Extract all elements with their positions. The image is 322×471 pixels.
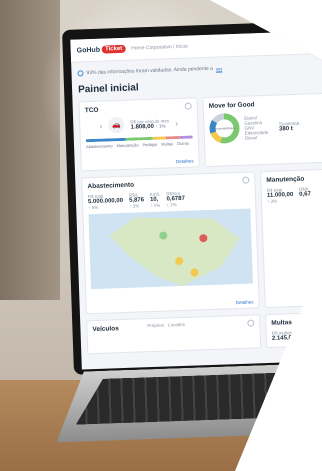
metric-delta: ↑ 3% xyxy=(129,203,140,209)
abastecimento-metrics: R$ total 5.000.000,00 ↑ 5% R$/L 5,876 ↑ … xyxy=(88,189,250,211)
bar-pedagio xyxy=(152,136,167,140)
tco-title: TCO xyxy=(84,106,99,115)
metric: Km/L 10, ↑ 1% xyxy=(150,192,161,208)
notice-link[interactable]: ver xyxy=(216,66,222,71)
tco-details-link[interactable]: Detalhes xyxy=(176,158,194,164)
metric: R$/L 5,876 ↑ 3% xyxy=(129,192,145,209)
abastecimento-card: Abastecimento R$ total 5.000.000,00 ↑ 5%… xyxy=(81,171,260,315)
metric: R$ total 11.000,00 ↑ 3% xyxy=(267,187,294,204)
move-for-good-card: Move for Good Sustentabilidade Etanol Ga… xyxy=(202,91,322,168)
brand-name: GoHub xyxy=(76,46,101,54)
bar-multas xyxy=(166,135,180,140)
breadcrumb: Home Corporativo / Início xyxy=(131,43,189,52)
manutencao-metrics: R$ total 11.000,00 ↑ 3% R$/K 0,67 xyxy=(267,185,322,204)
move-for-good-title: Move for Good xyxy=(208,101,255,110)
sustainability-side: Sustentab. 380 t xyxy=(279,120,301,132)
bar-abastecimento xyxy=(85,137,127,143)
progress-ring-icon xyxy=(77,70,84,77)
bar-outros xyxy=(179,135,193,139)
metric-delta: ↑ 2% xyxy=(166,202,177,208)
legend-item: Manutenção xyxy=(116,142,139,149)
tco-card: TCO ‹ 🚗 R$ por veículo mes 1.808,00 ↑ 1% xyxy=(78,97,200,172)
metric-delta: ↑ 5% xyxy=(88,204,99,211)
metric: R$/Km 0,6787 ↑ 2% xyxy=(166,191,185,208)
brand-logo[interactable]: GoHub Ticket xyxy=(76,44,126,55)
legend-item: Multas xyxy=(161,141,174,147)
laptop-screen: GoHub Ticket Home Corporativo / Início 9… xyxy=(70,29,322,370)
fuel-map[interactable] xyxy=(88,208,253,290)
move-for-good-body: Sustentabilidade Etanol Gasolina GNV Ele… xyxy=(209,109,322,144)
cards-row-2: Abastecimento R$ total 5.000.000,00 ↑ 5%… xyxy=(75,167,322,315)
metric-delta: ↑ 3% xyxy=(267,198,278,204)
brand-badge: Ticket xyxy=(101,44,126,54)
tco-amount: 1.808,00 xyxy=(130,123,154,131)
abastecimento-details-link[interactable]: Detalhes xyxy=(236,299,254,305)
metric: R$/K 0,67 xyxy=(299,186,311,202)
tco-legend: Abastecimento Manutenção Pedágio Multas … xyxy=(86,140,193,150)
veiculos-card: Veículos Próprios Locados xyxy=(86,314,262,355)
legend-item: Próprios xyxy=(147,322,165,329)
chevron-right-icon[interactable]: › xyxy=(175,119,178,128)
fuel-legend: Etanol Gasolina GNV Eletricidade Diesel xyxy=(244,114,268,140)
validation-notice: 93% das informações foram validadas. Ain… xyxy=(77,59,322,78)
fuel-donut: Sustentabilidade xyxy=(209,112,241,144)
bar-manutencao xyxy=(125,136,153,141)
legend-item: Outros xyxy=(176,140,190,147)
cards-row-1: TCO ‹ 🚗 R$ por veículo mes 1.808,00 ↑ 1% xyxy=(73,91,322,172)
legend-item: Abastecimento xyxy=(86,143,113,150)
tco-carousel: ‹ 🚗 R$ por veículo mes 1.808,00 ↑ 1% › xyxy=(85,115,192,135)
manutencao-title: Manutenção xyxy=(266,175,305,184)
cards-row-3: Veículos Próprios Locados Multas R$ mult… xyxy=(80,310,322,355)
side-value: 380 t xyxy=(278,125,293,132)
legend-item: Diesel xyxy=(244,134,258,141)
page-title: Painel inicial xyxy=(77,82,139,96)
tco-delta: ↑ 1% xyxy=(155,122,166,129)
car-icon: 🚗 xyxy=(108,116,125,134)
legend-item: Pedágio xyxy=(142,141,158,148)
abastecimento-title: Abastecimento xyxy=(87,181,135,191)
metric-value: 0,67 xyxy=(299,191,312,198)
metric-delta: ↑ 1% xyxy=(150,202,161,209)
chevron-left-icon[interactable]: ‹ xyxy=(100,121,103,130)
photo-background: GoHub Ticket Home Corporativo / Início 9… xyxy=(0,0,322,471)
notice-text: 93% das informações foram validadas. Ain… xyxy=(86,65,214,77)
legend-item: Locados xyxy=(168,321,186,328)
donut-hole: Sustentabilidade xyxy=(213,119,236,138)
map-landmass xyxy=(109,214,241,288)
donut-center-label: Sustentabilidade xyxy=(213,126,236,131)
tco-value-block: R$ por veículo mes 1.808,00 ↑ 1% xyxy=(130,118,169,130)
metric: R$ total 5.000.000,00 ↑ 5% xyxy=(88,193,124,211)
laptop: GoHub Ticket Home Corporativo / Início 9… xyxy=(62,19,322,390)
tco-value: 1.808,00 ↑ 1% xyxy=(130,123,169,130)
